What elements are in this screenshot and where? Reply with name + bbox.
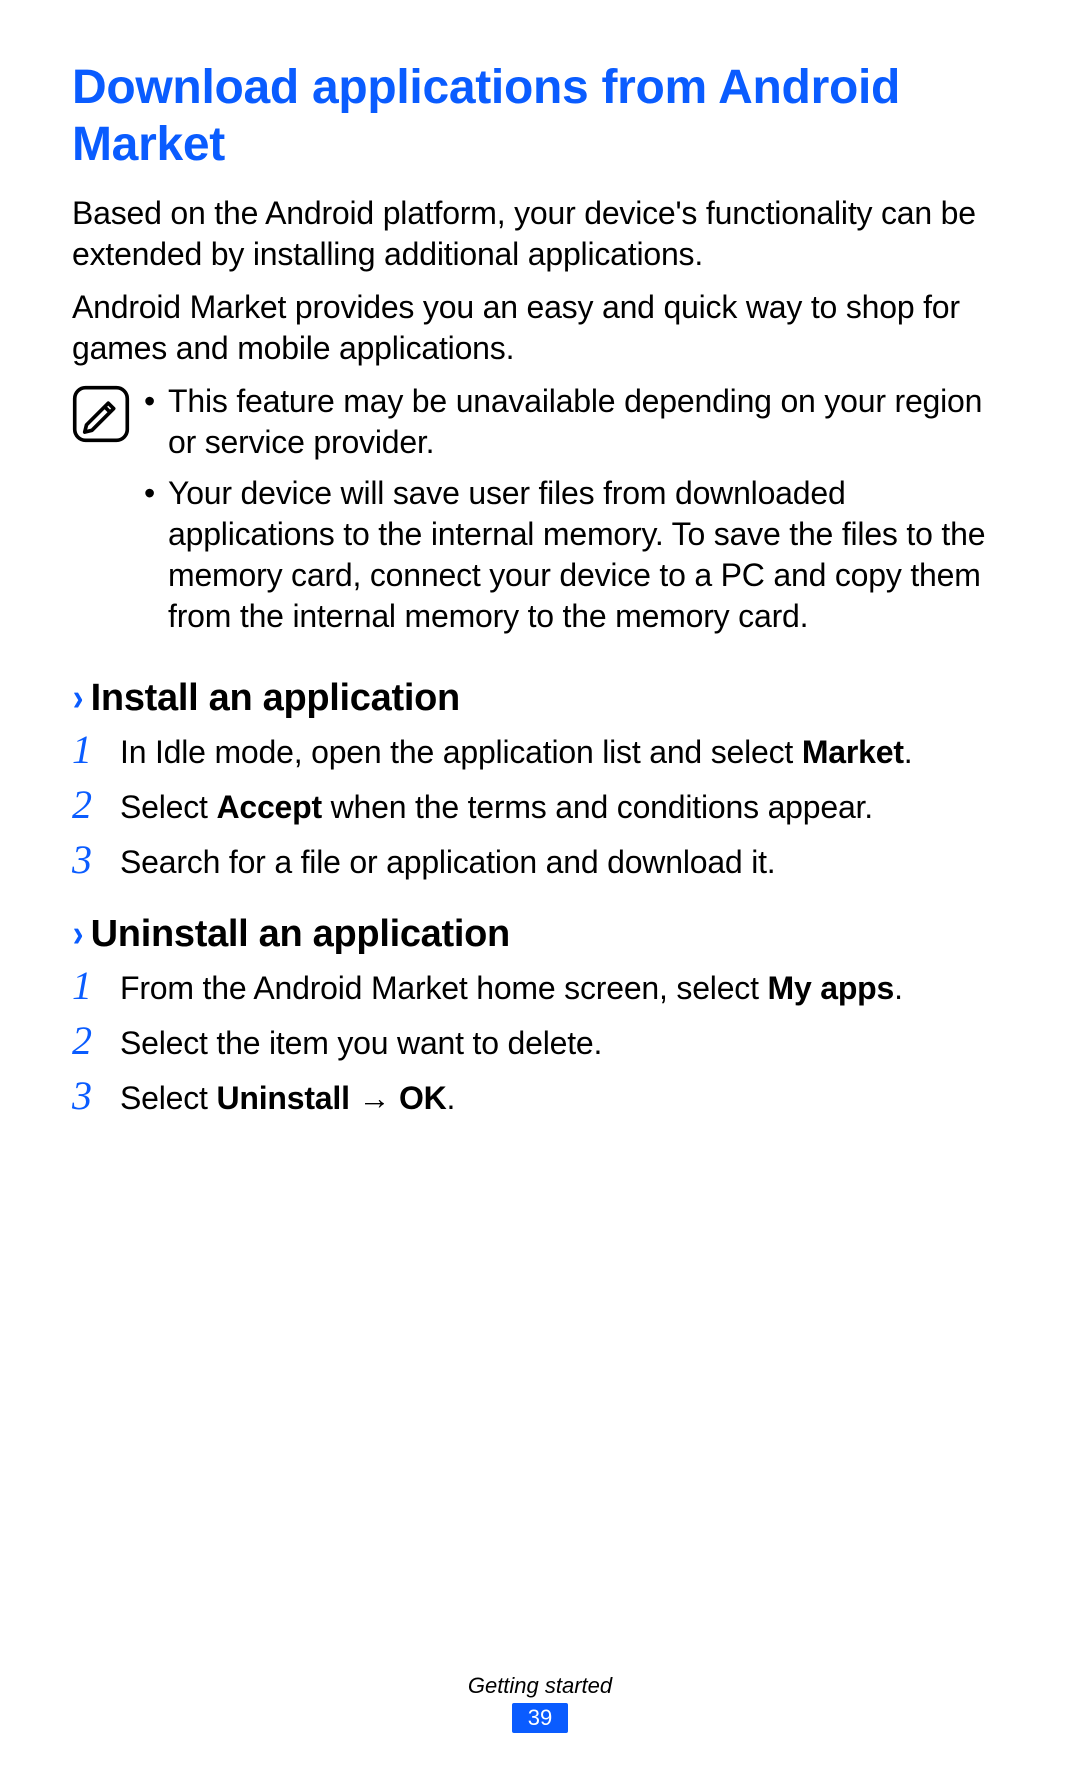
- note-pencil-icon: [72, 385, 130, 443]
- step-row: 1 From the Android Market home screen, s…: [72, 966, 1008, 1009]
- page-footer: Getting started 39: [0, 1673, 1080, 1733]
- chevron-right-icon: ›: [73, 677, 82, 720]
- note-bullet: • Your device will save user files from …: [144, 473, 1008, 637]
- step-row: 1 In Idle mode, open the application lis…: [72, 730, 1008, 773]
- step-text: Select Uninstall → OK.: [120, 1078, 1008, 1119]
- step-number: 2: [72, 785, 120, 825]
- page-title: Download applications from Android Marke…: [72, 60, 1008, 173]
- step-number: 1: [72, 966, 120, 1006]
- step-number: 1: [72, 730, 120, 770]
- step-row: 3 Select Uninstall → OK.: [72, 1076, 1008, 1119]
- section-title: Uninstall an application: [91, 913, 510, 956]
- intro-paragraph-2: Android Market provides you an easy and …: [72, 287, 1008, 369]
- step-row: 2 Select the item you want to delete.: [72, 1021, 1008, 1064]
- intro-paragraph-1: Based on the Android platform, your devi…: [72, 193, 1008, 275]
- step-text: Select the item you want to delete.: [120, 1023, 1008, 1064]
- step-row: 3 Search for a file or application and d…: [72, 840, 1008, 883]
- step-text: Search for a file or application and dow…: [120, 842, 1008, 883]
- section-title: Install an application: [91, 677, 460, 720]
- note-bullet-text: Your device will save user files from do…: [168, 473, 1008, 637]
- footer-section-label: Getting started: [0, 1673, 1080, 1699]
- chevron-right-icon: ›: [73, 913, 82, 956]
- step-text: From the Android Market home screen, sel…: [120, 968, 1008, 1009]
- step-text: Select Accept when the terms and conditi…: [120, 787, 1008, 828]
- bullet-icon: •: [144, 381, 168, 422]
- step-number: 3: [72, 840, 120, 880]
- note-bullet-text: This feature may be unavailable dependin…: [168, 381, 1008, 463]
- step-number: 3: [72, 1076, 120, 1116]
- note-block: • This feature may be unavailable depend…: [72, 381, 1008, 647]
- section-heading-install: › Install an application: [72, 677, 1008, 720]
- manual-page: Download applications from Android Marke…: [0, 0, 1080, 1771]
- bullet-icon: •: [144, 473, 168, 514]
- note-bullet: • This feature may be unavailable depend…: [144, 381, 1008, 463]
- note-list: • This feature may be unavailable depend…: [144, 381, 1008, 647]
- step-number: 2: [72, 1021, 120, 1061]
- page-number-badge: 39: [512, 1703, 568, 1733]
- step-text: In Idle mode, open the application list …: [120, 732, 1008, 773]
- section-heading-uninstall: › Uninstall an application: [72, 913, 1008, 956]
- step-row: 2 Select Accept when the terms and condi…: [72, 785, 1008, 828]
